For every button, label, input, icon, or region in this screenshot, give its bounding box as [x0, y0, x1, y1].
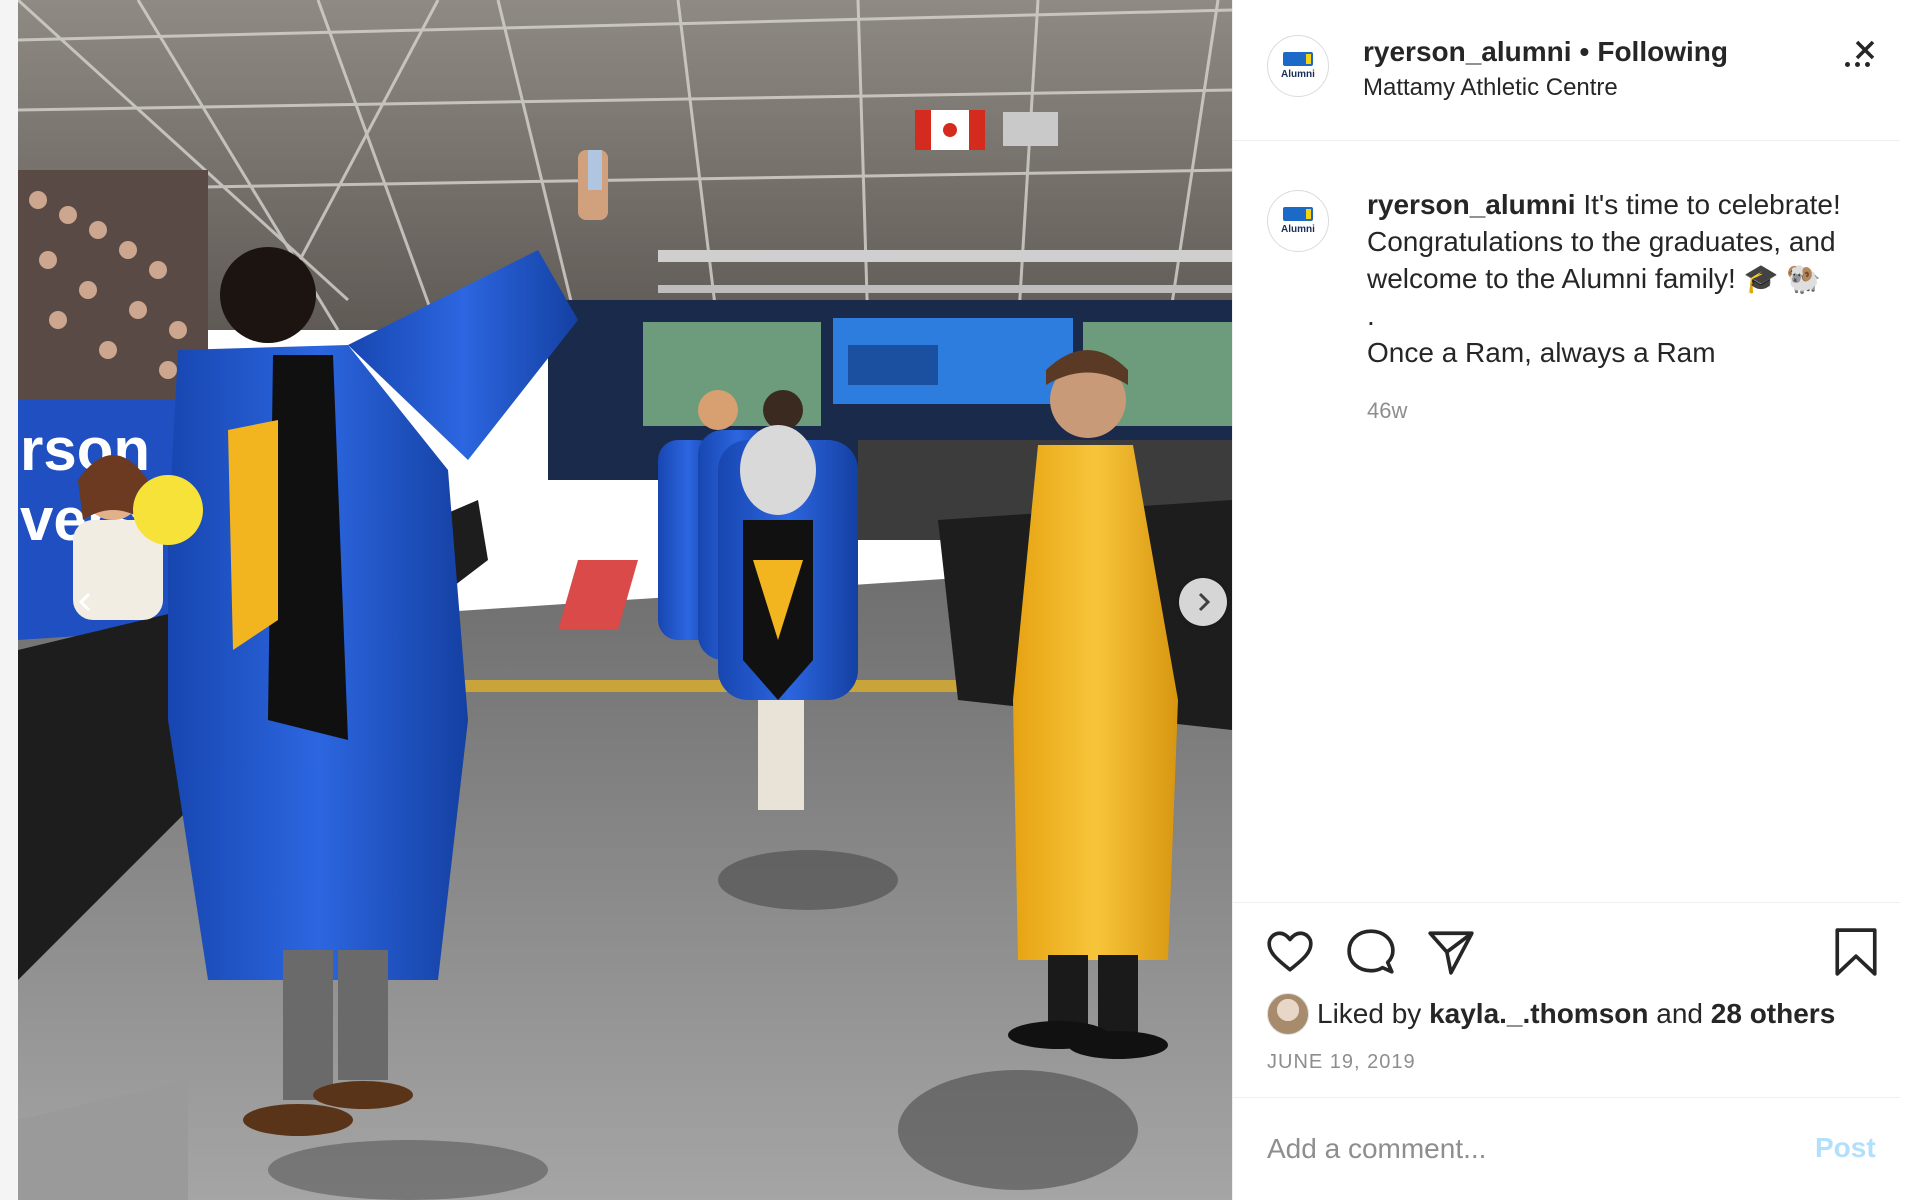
account-avatar[interactable]: Alumni [1267, 35, 1329, 97]
liked-and-text: and [1656, 998, 1703, 1029]
post-side-panel: Alumni ryerson_alumni • Following Mattamy … [1232, 0, 1901, 1200]
post-date[interactable]: JUNE 19, 2019 [1267, 1051, 1416, 1074]
caption-section: Alumni ryerson_alumni It's time to celeb… [1233, 140, 1901, 900]
caption-avatar[interactable]: Alumni [1267, 190, 1329, 252]
post-photo[interactable]: rson vers [18, 0, 1232, 1200]
caption-username-link[interactable]: ryerson_alumni [1367, 189, 1576, 220]
actions-section: Liked by kayla._.thomson and 28 others J… [1233, 902, 1901, 1098]
comment-bubble-icon[interactable] [1346, 927, 1396, 977]
ryerson-logo-icon [1283, 207, 1313, 221]
caption-tagline: Once a Ram, always a Ram [1367, 337, 1716, 368]
chevron-right-icon [1198, 592, 1211, 612]
avatar-label: Alumni [1281, 224, 1315, 235]
comment-input[interactable] [1265, 1128, 1769, 1170]
header-separator: • [1579, 36, 1590, 67]
more-dot-3 [1865, 61, 1870, 67]
location-link[interactable]: Mattamy Athletic Centre [1363, 74, 1618, 102]
heart-icon[interactable] [1265, 927, 1315, 977]
liked-by-user-link[interactable]: kayla._.thomson [1429, 998, 1648, 1030]
ryerson-logo-icon [1283, 52, 1313, 66]
likes-summary: Liked by kayla._.thomson and 28 others [1267, 993, 1835, 1035]
post-comment-button[interactable]: Post [1815, 1132, 1876, 1164]
more-dots-icon [1845, 61, 1850, 67]
following-button[interactable]: Following [1597, 36, 1728, 67]
graduation-ceremony-photo: rson vers [18, 0, 1232, 1200]
chevron-left-icon [78, 592, 91, 612]
carousel-prev-button[interactable] [62, 578, 110, 626]
caption-timestamp[interactable]: 46w [1367, 398, 1407, 424]
liked-by-prefix: Liked by [1317, 998, 1422, 1029]
liker-avatar[interactable] [1267, 993, 1309, 1035]
header-username-link[interactable]: ryerson_alumni [1363, 36, 1572, 67]
bookmark-icon[interactable] [1833, 927, 1879, 977]
more-dot-2 [1855, 61, 1860, 67]
post-header: Alumni ryerson_alumni • Following Mattamy … [1233, 0, 1901, 141]
caption-text: ryerson_alumni It's time to celebrate! C… [1367, 186, 1877, 371]
left-background-strip [0, 0, 18, 1200]
close-icon[interactable] [1853, 38, 1877, 62]
carousel-next-button[interactable] [1179, 578, 1227, 626]
avatar-label: Alumni [1281, 69, 1315, 80]
liked-others-link[interactable]: 28 others [1711, 998, 1836, 1030]
header-user-line: ryerson_alumni • Following [1363, 36, 1728, 68]
comment-bar: Post [1233, 1097, 1901, 1201]
caption-dot-line: . [1367, 300, 1375, 331]
paper-plane-icon[interactable] [1426, 927, 1476, 977]
right-edge-margin [1900, 0, 1920, 1200]
